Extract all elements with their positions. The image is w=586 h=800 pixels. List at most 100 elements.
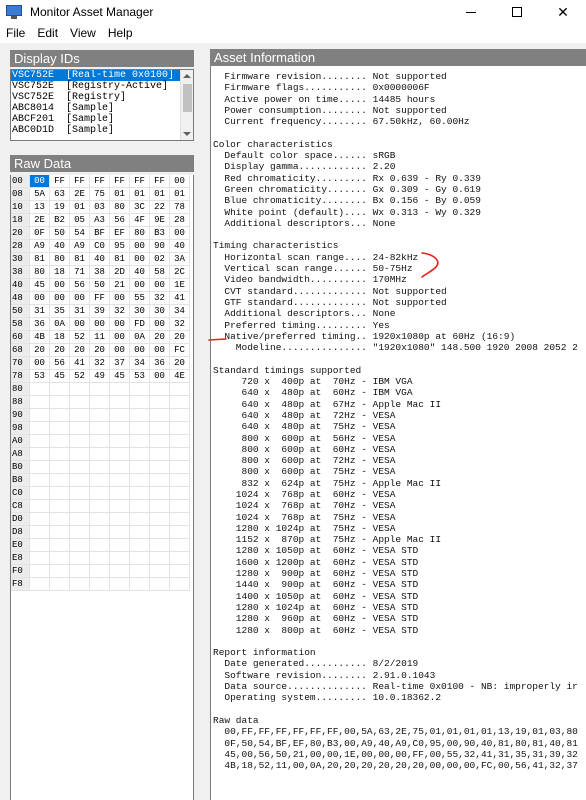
raw-data-cell[interactable] — [90, 500, 110, 513]
raw-data-cell[interactable] — [70, 487, 90, 500]
raw-data-cell[interactable]: A9 — [70, 240, 90, 253]
asset-info-text[interactable]: Firmware revision........ Not supported … — [210, 66, 586, 800]
raw-data-cell[interactable]: 32 — [90, 357, 110, 370]
raw-data-cell[interactable] — [90, 578, 110, 591]
raw-data-cell[interactable]: A3 — [90, 214, 110, 227]
raw-data-cell[interactable]: FF — [90, 292, 110, 305]
raw-data-cell[interactable]: FF — [110, 175, 130, 188]
raw-data-cell[interactable] — [170, 552, 190, 565]
raw-data-cell[interactable] — [90, 474, 110, 487]
raw-data-cell[interactable] — [150, 565, 170, 578]
raw-data-cell[interactable] — [110, 409, 130, 422]
raw-data-cell[interactable]: 80 — [30, 266, 50, 279]
raw-data-cell[interactable]: 3A — [170, 253, 190, 266]
display-id-item[interactable]: ABCF201 [Sample] — [11, 114, 181, 125]
raw-data-cell[interactable] — [30, 448, 50, 461]
raw-data-cell[interactable] — [170, 422, 190, 435]
raw-data-cell[interactable]: 40 — [90, 253, 110, 266]
raw-data-cell[interactable]: 00 — [150, 279, 170, 292]
raw-data-cell[interactable] — [30, 500, 50, 513]
raw-data-cell[interactable] — [70, 513, 90, 526]
raw-data-cell[interactable] — [70, 578, 90, 591]
raw-data-cell[interactable]: 18 — [50, 266, 70, 279]
raw-data-cell[interactable]: C0 — [90, 240, 110, 253]
display-id-item[interactable]: VSC752E [Registry-Active] — [11, 81, 181, 92]
raw-data-cell[interactable]: FF — [50, 175, 70, 188]
raw-data-cell[interactable]: 31 — [70, 305, 90, 318]
raw-data-cell[interactable] — [50, 448, 70, 461]
raw-data-cell[interactable] — [170, 435, 190, 448]
raw-data-cell[interactable]: FD — [130, 318, 150, 331]
raw-data-cell[interactable] — [170, 487, 190, 500]
raw-data-cell[interactable] — [30, 578, 50, 591]
raw-data-cell[interactable] — [150, 539, 170, 552]
raw-data-cell[interactable]: 20 — [150, 331, 170, 344]
raw-data-cell[interactable]: 80 — [130, 227, 150, 240]
raw-data-cell[interactable] — [90, 552, 110, 565]
raw-data-cell[interactable] — [50, 409, 70, 422]
raw-data-cell[interactable]: 20 — [170, 331, 190, 344]
raw-data-cell[interactable] — [130, 409, 150, 422]
raw-data-cell[interactable]: BF — [90, 227, 110, 240]
scroll-thumb[interactable] — [183, 84, 192, 112]
raw-data-cell[interactable]: 00 — [130, 240, 150, 253]
raw-data-cell[interactable]: 45 — [50, 370, 70, 383]
raw-data-cell[interactable]: 21 — [110, 279, 130, 292]
raw-data-cell[interactable] — [70, 500, 90, 513]
raw-data-cell[interactable] — [70, 461, 90, 474]
raw-data-cell[interactable]: 00 — [110, 344, 130, 357]
raw-data-cell[interactable] — [130, 513, 150, 526]
raw-data-cell[interactable]: 40 — [50, 240, 70, 253]
raw-data-cell[interactable] — [130, 435, 150, 448]
raw-data-cell[interactable] — [50, 565, 70, 578]
raw-data-cell[interactable]: 28 — [170, 214, 190, 227]
raw-data-cell[interactable] — [110, 552, 130, 565]
raw-data-cell[interactable]: 00 — [150, 370, 170, 383]
raw-data-cell[interactable] — [90, 487, 110, 500]
raw-data-cell[interactable] — [150, 500, 170, 513]
menu-help[interactable]: Help — [102, 24, 139, 43]
raw-data-cell[interactable] — [150, 383, 170, 396]
scroll-down-icon[interactable] — [183, 132, 191, 136]
raw-data-cell[interactable]: 53 — [30, 370, 50, 383]
raw-data-cell[interactable] — [90, 539, 110, 552]
raw-data-cell[interactable] — [130, 461, 150, 474]
close-button[interactable]: ✕ — [540, 0, 586, 24]
raw-data-cell[interactable]: 01 — [70, 201, 90, 214]
raw-data-cell[interactable]: 71 — [70, 266, 90, 279]
raw-data-cell[interactable] — [170, 565, 190, 578]
maximize-button[interactable] — [494, 0, 540, 24]
raw-data-cell[interactable]: 20 — [170, 357, 190, 370]
raw-data-cell[interactable] — [150, 578, 170, 591]
raw-data-cell[interactable]: 34 — [170, 305, 190, 318]
raw-data-cell[interactable] — [150, 448, 170, 461]
raw-data-cell[interactable] — [150, 552, 170, 565]
raw-data-cell[interactable] — [130, 565, 150, 578]
minimize-button[interactable] — [448, 0, 494, 24]
raw-data-cell[interactable]: B2 — [50, 214, 70, 227]
raw-data-cell[interactable]: 81 — [30, 253, 50, 266]
raw-data-cell[interactable] — [110, 565, 130, 578]
raw-data-cell[interactable] — [150, 409, 170, 422]
raw-data-cell[interactable] — [90, 461, 110, 474]
raw-data-cell[interactable]: FF — [90, 175, 110, 188]
raw-data-cell[interactable]: 00 — [90, 318, 110, 331]
raw-data-cell[interactable]: 20 — [70, 344, 90, 357]
raw-data-cell[interactable] — [70, 409, 90, 422]
raw-data-cell[interactable]: 58 — [150, 266, 170, 279]
raw-data-cell[interactable] — [90, 396, 110, 409]
raw-data-cell[interactable]: 1E — [170, 279, 190, 292]
raw-data-cell[interactable] — [150, 526, 170, 539]
raw-data-cell[interactable] — [70, 435, 90, 448]
raw-data-cell[interactable] — [70, 448, 90, 461]
raw-data-cell[interactable]: 00 — [50, 292, 70, 305]
raw-data-cell[interactable]: FF — [70, 175, 90, 188]
raw-data-cell[interactable]: 03 — [90, 201, 110, 214]
raw-data-cell[interactable] — [70, 396, 90, 409]
raw-data-cell[interactable] — [170, 526, 190, 539]
raw-data-cell[interactable] — [90, 513, 110, 526]
raw-data-cell[interactable]: 40 — [170, 240, 190, 253]
raw-data-cell[interactable] — [30, 526, 50, 539]
raw-data-cell[interactable]: 39 — [90, 305, 110, 318]
raw-data-cell[interactable] — [90, 526, 110, 539]
